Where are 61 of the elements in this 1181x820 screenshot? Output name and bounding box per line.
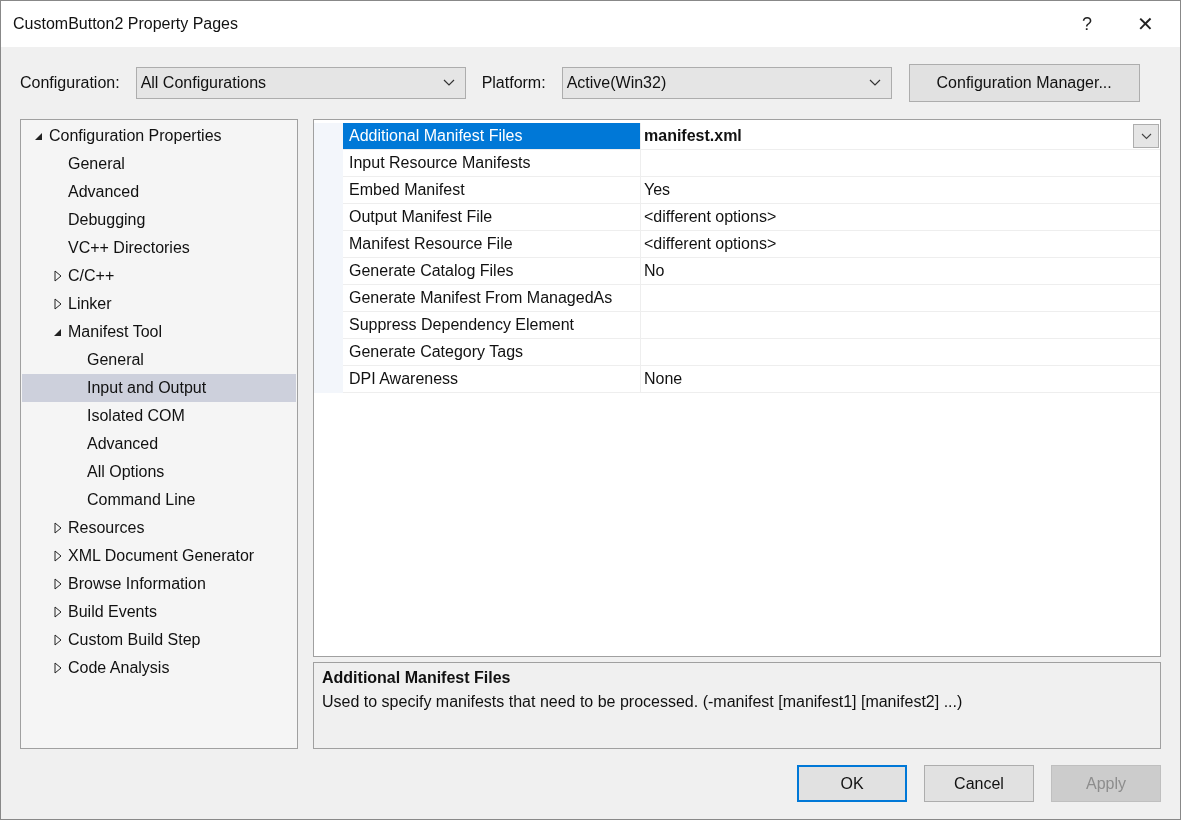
- property-name[interactable]: Generate Catalog Files: [343, 258, 641, 284]
- description-title: Additional Manifest Files: [322, 669, 512, 688]
- collapsed-triangle-icon[interactable]: [53, 550, 62, 562]
- property-value: No: [644, 262, 665, 280]
- collapsed-triangle-icon[interactable]: [53, 270, 62, 282]
- property-name[interactable]: Output Manifest File: [343, 204, 641, 230]
- configuration-manager-button[interactable]: Configuration Manager...: [908, 64, 1140, 102]
- tree-item[interactable]: Manifest Tool: [22, 318, 296, 346]
- collapsed-triangle-icon[interactable]: [53, 634, 62, 646]
- property-name[interactable]: Additional Manifest Files: [343, 123, 641, 149]
- tree-item[interactable]: Isolated COM: [22, 402, 296, 430]
- tree-item[interactable]: Input and Output: [22, 374, 296, 402]
- tree-item[interactable]: Browse Information: [22, 570, 296, 598]
- property-name[interactable]: Manifest Resource File: [343, 231, 641, 257]
- configuration-label: Configuration:: [20, 74, 120, 92]
- property-name[interactable]: Generate Manifest From ManagedAs: [343, 285, 641, 311]
- tree-item[interactable]: Advanced: [22, 178, 296, 206]
- collapsed-triangle-icon[interactable]: [53, 578, 62, 590]
- tree-item[interactable]: Custom Build Step: [22, 626, 296, 654]
- tree-item[interactable]: C/C++: [22, 262, 296, 290]
- tree-item[interactable]: Debugging: [22, 206, 296, 234]
- platform-dropdown[interactable]: Active(Win32): [561, 67, 892, 99]
- expanded-triangle-icon[interactable]: [53, 327, 62, 337]
- property-value: Yes: [644, 181, 671, 199]
- property-name[interactable]: DPI Awareness: [343, 366, 641, 392]
- tree-item[interactable]: General: [22, 346, 296, 374]
- dialog-button[interactable]: OK: [797, 765, 907, 802]
- tree-item[interactable]: All Options: [22, 458, 296, 486]
- close-button[interactable]: ✕: [1110, 1, 1180, 47]
- tree-item[interactable]: Linker: [22, 290, 296, 318]
- expanded-triangle-icon[interactable]: [34, 131, 43, 141]
- property-value: <different options>: [644, 208, 777, 226]
- property-name[interactable]: Suppress Dependency Element: [343, 312, 641, 338]
- collapsed-triangle-icon[interactable]: [53, 298, 62, 310]
- property-value: None: [644, 370, 683, 388]
- platform-label: Platform:: [481, 74, 546, 92]
- dialog-button[interactable]: Cancel: [924, 765, 1034, 802]
- collapsed-triangle-icon[interactable]: [53, 522, 62, 534]
- property-name[interactable]: Input Resource Manifests: [343, 150, 641, 176]
- chevron-down-icon: [442, 79, 455, 87]
- tree-item[interactable]: Configuration Properties: [22, 122, 296, 150]
- property-value: <different options>: [644, 235, 777, 253]
- property-value: manifest.xml: [644, 127, 742, 145]
- collapsed-triangle-icon[interactable]: [53, 606, 62, 618]
- configuration-dropdown[interactable]: All Configurations: [135, 67, 466, 99]
- tree-item[interactable]: VC++ Directories: [22, 234, 296, 262]
- tree-item[interactable]: XML Document Generator: [22, 542, 296, 570]
- chevron-down-icon: [868, 79, 881, 87]
- help-button[interactable]: ?: [1064, 1, 1110, 47]
- tree-item[interactable]: Advanced: [22, 430, 296, 458]
- tree-item[interactable]: Build Events: [22, 598, 296, 626]
- description-text: Used to specify manifests that need to be processed. (-manifest [manifest1] [manifest2] ...): [322, 693, 964, 712]
- collapsed-triangle-icon[interactable]: [53, 662, 62, 674]
- property-name[interactable]: Generate Category Tags: [343, 339, 641, 365]
- property-name[interactable]: Embed Manifest: [343, 177, 641, 203]
- tree-item[interactable]: Command Line: [22, 486, 296, 514]
- window-title: CustomButton2 Property Pages: [13, 15, 239, 33]
- tree-item[interactable]: Resources: [22, 514, 296, 542]
- tree-item[interactable]: Code Analysis: [22, 654, 296, 682]
- tree-item[interactable]: General: [22, 150, 296, 178]
- chevron-down-icon: [1140, 132, 1152, 140]
